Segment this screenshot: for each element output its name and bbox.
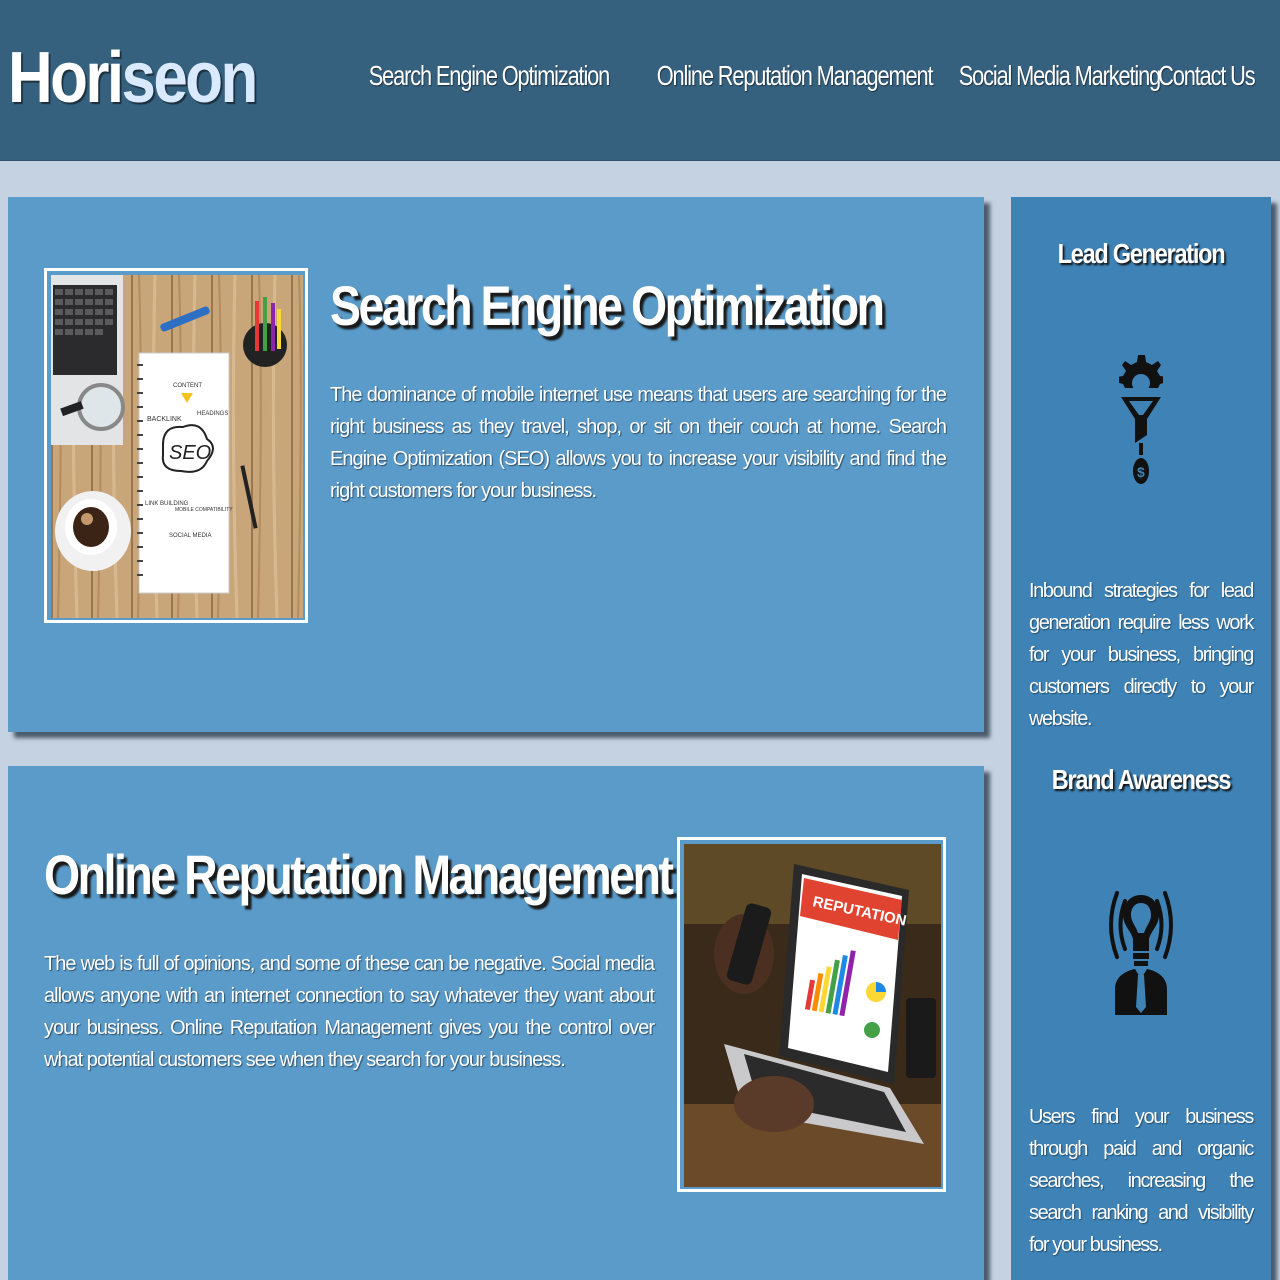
svg-text:BACKLINK: BACKLINK — [147, 416, 182, 423]
svg-text:$: $ — [1137, 464, 1145, 480]
site-logo[interactable]: Horiseon — [8, 38, 259, 118]
seo-image-center-text: SEO — [169, 442, 211, 464]
reputation-image: REPUTATION — [677, 837, 946, 1192]
site-header: Horiseon Search Engine Optimization Onli… — [0, 0, 1280, 161]
reputation-text: The web is full of opinions, and some of… — [44, 953, 655, 1071]
logo-accent: seon — [121, 38, 259, 118]
seo-title: Search Engine Optimization — [330, 274, 885, 337]
reputation-section: Online Reputation Management The web is … — [8, 766, 984, 1280]
svg-text:SOCIAL MEDIA: SOCIAL MEDIA — [169, 533, 211, 539]
sidebar: Lead Generation $ Inbound strategies for… — [1011, 197, 1271, 1280]
nav-link-contact[interactable]: Contact Us — [1158, 56, 1255, 96]
nav-link-social[interactable]: Social Media Marketing — [959, 56, 1161, 96]
svg-text:HEADINGS: HEADINGS — [197, 411, 228, 417]
nav-link-seo[interactable]: Search Engine Optimization — [369, 56, 610, 96]
lead-generation-title: Lead Generation — [1057, 238, 1226, 269]
seo-image: SEO CONTENT BACKLINK HEADINGS LINK BUILD… — [44, 268, 308, 623]
nav-link-reputation[interactable]: Online Reputation Management — [657, 56, 934, 96]
lead-generation-funnel-icon: $ — [1119, 355, 1163, 484]
lead-generation-text: Inbound strategies for lead generation r… — [1029, 580, 1254, 730]
svg-text:MOBILE COMPATIBILITY: MOBILE COMPATIBILITY — [175, 507, 233, 513]
brand-awareness-lightbulb-icon — [1109, 891, 1173, 1015]
seo-section: SEO CONTENT BACKLINK HEADINGS LINK BUILD… — [8, 197, 984, 732]
logo-main: Hori — [8, 38, 124, 118]
brand-awareness-title: Brand Awareness — [1051, 764, 1232, 795]
main-nav: Search Engine Optimization Online Reputa… — [359, 56, 1255, 96]
seo-text: The dominance of mobile internet use mea… — [330, 384, 947, 502]
reputation-title: Online Reputation Management — [44, 843, 674, 906]
svg-text:CONTENT: CONTENT — [173, 383, 202, 389]
brand-awareness-text: Users find your business through paid an… — [1029, 1106, 1254, 1256]
